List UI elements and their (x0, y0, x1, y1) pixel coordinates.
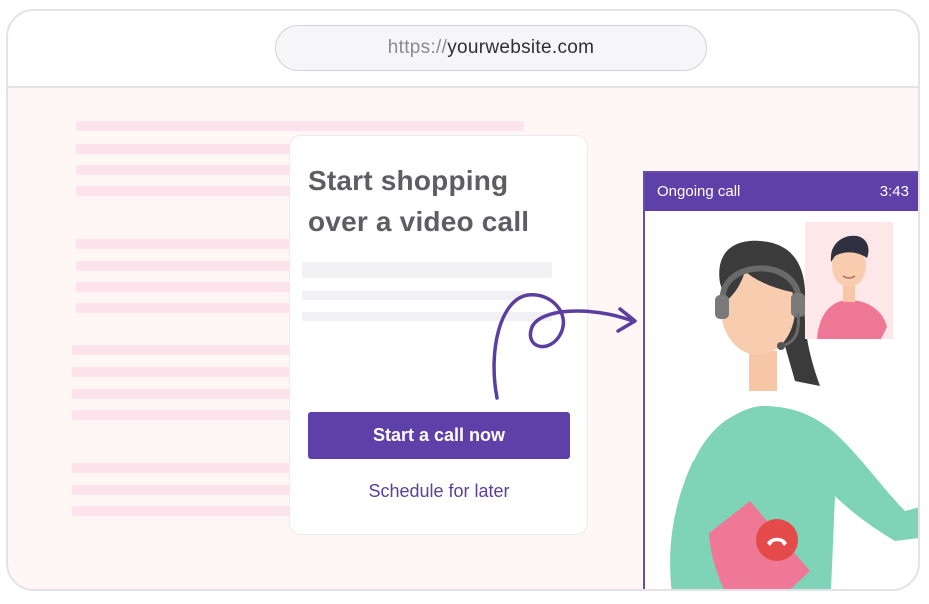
hangup-button[interactable] (756, 519, 798, 561)
placeholder-line (72, 410, 291, 420)
placeholder-line (76, 186, 291, 196)
placeholder-line (76, 303, 291, 313)
call-title: Ongoing call (657, 183, 741, 200)
placeholder-line (72, 389, 291, 399)
placeholder-line (72, 463, 291, 473)
card-title-line-1: Start shopping (308, 165, 509, 196)
card-title: Start shopping over a video call (308, 160, 578, 242)
address-bar[interactable]: https://yourwebsite.com (275, 25, 707, 71)
call-header: Ongoing call 3:43 (645, 173, 918, 211)
browser-toolbar: https://yourwebsite.com (8, 11, 918, 88)
placeholder-line (72, 345, 291, 355)
ongoing-call-panel: Ongoing call 3:43 (643, 171, 918, 589)
phone-hangup-icon (767, 537, 787, 546)
placeholder-line (76, 121, 524, 131)
text-placeholder (302, 262, 552, 278)
placeholder-line (76, 239, 291, 249)
schedule-later-link[interactable]: Schedule for later (308, 481, 570, 502)
placeholder-line (72, 367, 291, 377)
placeholder-line (72, 485, 291, 495)
card-title-line-2: over a video call (308, 206, 530, 237)
placeholder-line (76, 261, 291, 271)
placeholder-line (76, 165, 291, 175)
call-timer: 3:43 (879, 183, 909, 200)
placeholder-line (76, 282, 291, 292)
customer-video-thumbnail (805, 222, 893, 339)
customer-illustration (817, 235, 887, 339)
curly-arrow-icon (492, 293, 637, 400)
placeholder-line (76, 144, 291, 154)
browser-window: https://yourwebsite.com Start shopping o… (6, 9, 920, 591)
start-call-button[interactable]: Start a call now (308, 412, 570, 459)
url-protocol: https:// (387, 37, 448, 58)
placeholder-line (72, 506, 291, 516)
url-host: yourwebsite.com (447, 37, 595, 58)
